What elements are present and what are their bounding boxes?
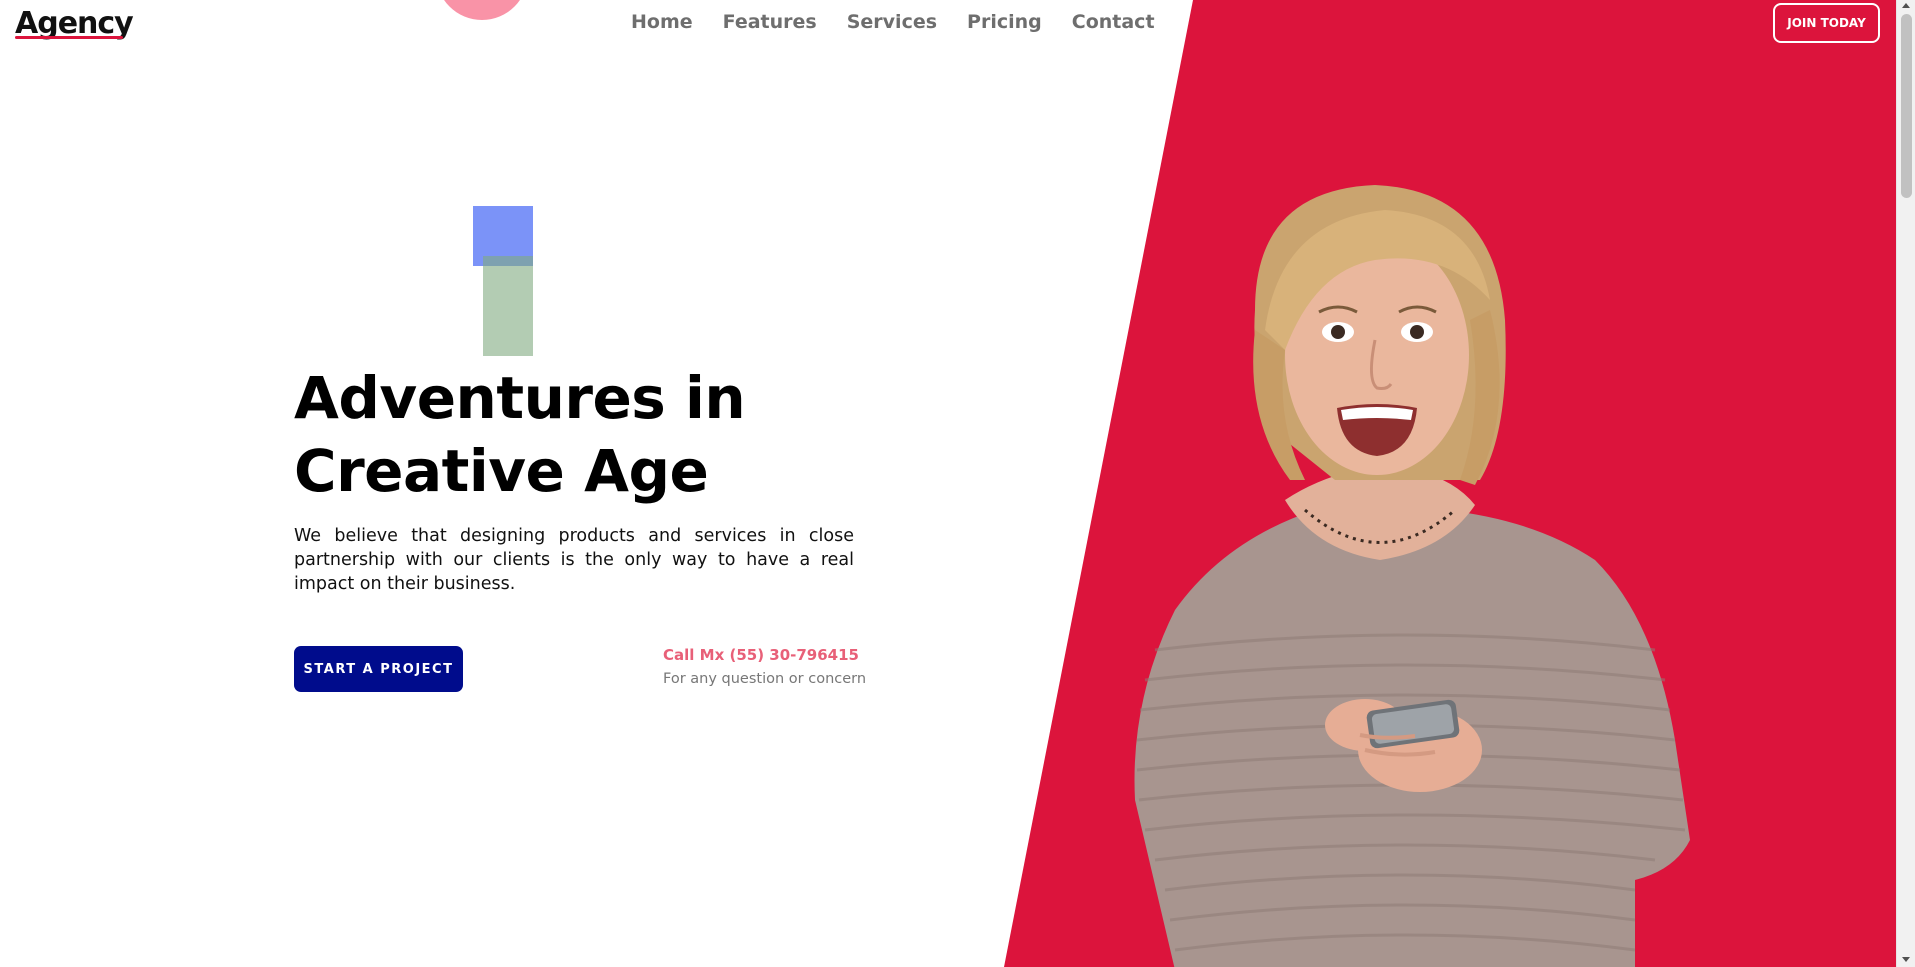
call-phone-link[interactable]: Call Mx (55) 30-796415 [663,646,859,664]
scroll-up-arrow-icon[interactable] [1902,3,1910,8]
call-subtext: For any question or concern [663,671,867,687]
start-project-button[interactable]: START A PROJECT [294,646,463,692]
main-nav: Home Features Services Pricing Contact [631,11,1155,33]
nav-home[interactable]: Home [631,11,693,33]
page-scrollbar[interactable] [1896,0,1915,967]
nav-pricing[interactable]: Pricing [967,11,1042,33]
nav-contact[interactable]: Contact [1072,11,1155,33]
nav-features[interactable]: Features [723,11,817,33]
landing-page: Agency Home Features Services Pricing Co… [0,0,1896,967]
scrollbar-thumb[interactable] [1901,14,1912,198]
hero-title: Adventures in Creative Age [294,364,746,505]
join-today-button[interactable]: JOIN TODAY [1773,3,1880,43]
scroll-down-arrow-icon[interactable] [1902,957,1910,962]
green-rectangle-decoration [483,256,533,356]
logo-underline [15,36,123,39]
nav-services[interactable]: Services [847,11,937,33]
smiling-woman-with-phone-photo [1134,185,1690,967]
hero-description: We believe that designing products and s… [294,526,854,594]
